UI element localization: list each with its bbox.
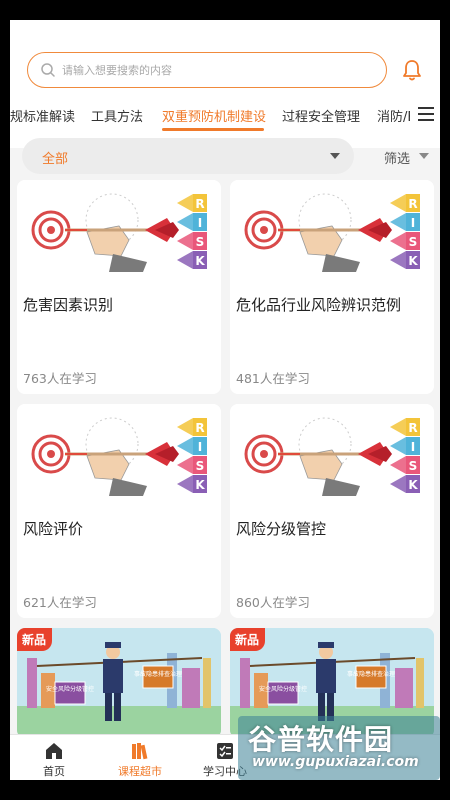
new-badge: 新品 bbox=[230, 628, 266, 651]
risk-letter: K bbox=[408, 254, 418, 268]
risk-letter: I bbox=[198, 216, 202, 230]
risk-letter: K bbox=[195, 254, 205, 268]
home-icon bbox=[46, 743, 62, 759]
nav-course-market[interactable]: 课程超市 bbox=[100, 735, 180, 780]
risk-dart-illustration: RISK bbox=[244, 193, 420, 272]
watermark-title: 谷普软件园 bbox=[248, 723, 394, 756]
risk-letter: R bbox=[408, 421, 417, 435]
risk-letter: K bbox=[195, 478, 205, 492]
tab-process-safety[interactable]: 过程安全管理 bbox=[282, 106, 360, 125]
nav-home[interactable]: 首页 bbox=[14, 735, 94, 780]
sign-left: 安全风险分级管控 bbox=[46, 685, 94, 693]
tab-standards[interactable]: 规标准解读 bbox=[10, 106, 75, 125]
category-dropdown[interactable]: 全部 bbox=[22, 138, 354, 174]
course-title: 危化品行业风险辨识范例 bbox=[236, 296, 402, 314]
course-thumbnail: RISK bbox=[17, 404, 221, 496]
course-thumbnail: RISK bbox=[230, 180, 434, 272]
risk-letter: K bbox=[408, 478, 418, 492]
risk-letter: S bbox=[409, 459, 418, 473]
filter-caret-icon bbox=[419, 153, 429, 159]
risk-dart-illustration: RISK bbox=[244, 417, 420, 496]
nav-label: 课程超市 bbox=[118, 765, 162, 778]
course-card[interactable]: RISK 风险分级管控 860人在学习 bbox=[230, 404, 434, 618]
risk-letter: I bbox=[411, 440, 415, 454]
risk-letter: S bbox=[196, 235, 205, 249]
course-learners: 481人在学习 bbox=[236, 371, 310, 386]
course-learners: 621人在学习 bbox=[23, 595, 97, 610]
risk-letter: R bbox=[195, 421, 204, 435]
course-title: 风险评价 bbox=[23, 520, 84, 538]
checklist-icon bbox=[217, 743, 233, 759]
course-title: 风险分级管控 bbox=[236, 520, 327, 538]
search-input[interactable] bbox=[62, 63, 352, 77]
tab-dual-prevention[interactable]: 双重预防机制建设 bbox=[162, 106, 266, 125]
active-tab-indicator bbox=[162, 128, 264, 131]
dropdown-selected-value: 全部 bbox=[42, 152, 69, 167]
course-thumbnail: RISK bbox=[230, 404, 434, 496]
course-card[interactable]: RISK 危害因素识别 763人在学习 bbox=[17, 180, 221, 394]
risk-letter: S bbox=[409, 235, 418, 249]
new-course-card[interactable]: 安全风险分级管控 事故隐患排查治理 新品 bbox=[17, 628, 221, 738]
risk-letter: I bbox=[198, 440, 202, 454]
risk-letter: R bbox=[195, 197, 204, 211]
risk-letter: S bbox=[196, 459, 205, 473]
course-thumbnail: RISK bbox=[17, 180, 221, 272]
tab-tools[interactable]: 工具方法 bbox=[91, 106, 143, 125]
watermark: 谷普软件园 www.gupuxiazai.com bbox=[238, 716, 440, 780]
nav-label: 首页 bbox=[43, 765, 65, 778]
category-tabs: 规标准解读 工具方法 双重预防机制建设 过程安全管理 消防/E bbox=[10, 100, 410, 134]
app-screen: 规标准解读 工具方法 双重预防机制建设 过程安全管理 消防/E 全部 筛选 RI… bbox=[10, 20, 440, 780]
sign-left: 安全风险分级管控 bbox=[259, 685, 307, 693]
filter-button[interactable]: 筛选 bbox=[384, 148, 410, 167]
chevron-down-icon bbox=[330, 153, 340, 159]
risk-dart-illustration: RISK bbox=[31, 417, 207, 496]
risk-letter: R bbox=[408, 197, 417, 211]
new-badge: 新品 bbox=[17, 628, 53, 651]
course-title: 危害因素识别 bbox=[23, 296, 114, 314]
course-card[interactable]: RISK 危化品行业风险辨识范例 481人在学习 bbox=[230, 180, 434, 394]
search-icon bbox=[41, 63, 55, 77]
risk-dart-illustration: RISK bbox=[31, 193, 207, 272]
top-bar: 规标准解读 工具方法 双重预防机制建设 过程安全管理 消防/E bbox=[10, 20, 440, 148]
bell-icon[interactable] bbox=[400, 58, 424, 82]
course-card[interactable]: RISK 风险评价 621人在学习 bbox=[17, 404, 221, 618]
watermark-url: www.gupuxiazai.com bbox=[252, 754, 419, 770]
course-learners: 860人在学习 bbox=[236, 595, 310, 610]
books-icon bbox=[132, 743, 148, 760]
sign-right: 事故隐患排查治理 bbox=[134, 670, 182, 678]
tab-fire[interactable]: 消防/E bbox=[377, 106, 410, 125]
sign-right: 事故隐患排查治理 bbox=[347, 670, 395, 678]
risk-letter: I bbox=[411, 216, 415, 230]
search-box[interactable] bbox=[27, 52, 387, 88]
course-learners: 763人在学习 bbox=[23, 371, 97, 386]
menu-icon[interactable] bbox=[418, 107, 434, 121]
